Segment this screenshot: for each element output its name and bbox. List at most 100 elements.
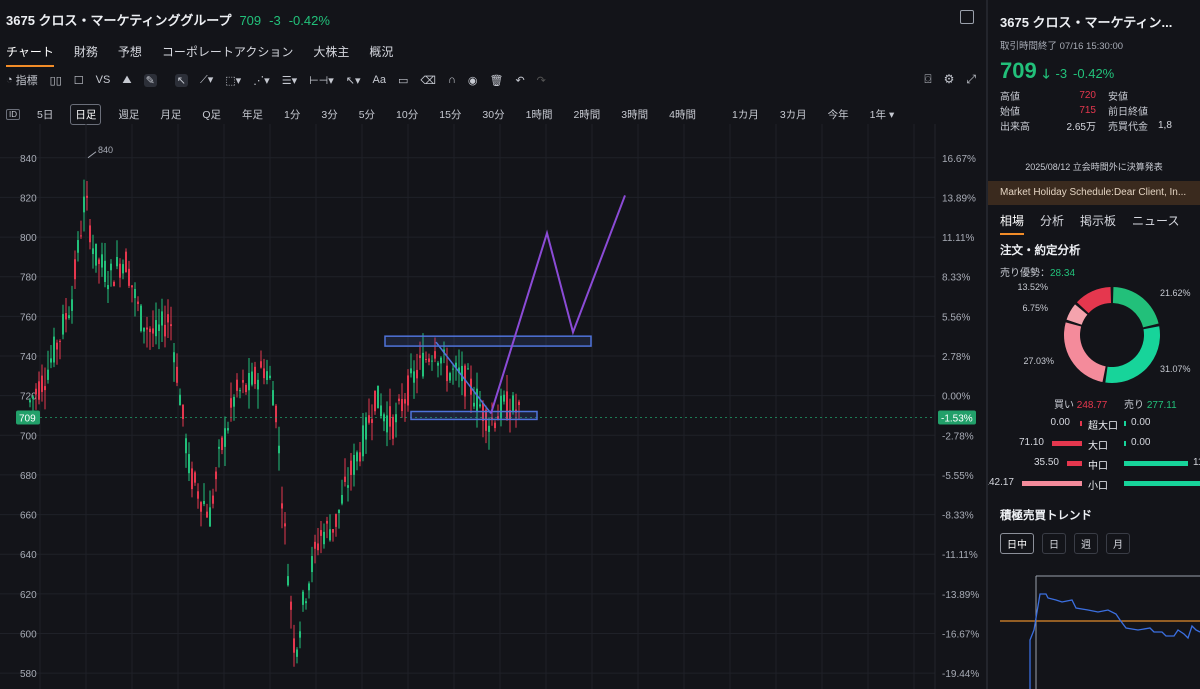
period-monthly[interactable]: 月足: [156, 105, 185, 124]
pct-axis-tick: -19.44%: [942, 669, 979, 680]
candle: [89, 225, 91, 243]
period-30m[interactable]: 30分: [478, 105, 508, 124]
price-axis-tick: 820: [20, 193, 37, 204]
tab-board[interactable]: 掲示板: [1080, 212, 1116, 235]
market-holiday-banner[interactable]: Market Holiday Schedule:Dear Client, In.…: [988, 181, 1200, 205]
buy-sell-totals: 買い 248.77 売り 277.11: [1054, 400, 1177, 411]
pattern-icon[interactable]: ⋰▾: [253, 74, 270, 87]
flow-row: 0.00 超大口 0.00: [988, 414, 1200, 434]
stat-row: 出来高 2.65万 売買代金 1,8: [1000, 118, 1200, 133]
period-quarterly[interactable]: Q足: [198, 105, 225, 124]
candle: [287, 576, 289, 586]
candle: [146, 327, 148, 330]
candle: [473, 402, 475, 407]
candle: [329, 529, 331, 541]
candle: [56, 342, 58, 350]
candle: [278, 445, 280, 454]
flow-row: 71.10 大口 0.00: [988, 434, 1200, 454]
text-tool-button[interactable]: Aa: [373, 74, 386, 86]
measure-icon[interactable]: ⊢⊣▾: [309, 74, 334, 87]
cursor-icon[interactable]: ↖: [174, 73, 189, 87]
flow-buy-bar: [1022, 481, 1082, 486]
shape-icon[interactable]: ⬚▾: [225, 74, 241, 87]
stock-change-pct: -0.42%: [288, 13, 330, 28]
trend-tab-week[interactable]: 週: [1074, 533, 1098, 554]
period-4h[interactable]: 4時間: [665, 105, 700, 124]
eraser-icon[interactable]: ⌫: [420, 74, 436, 87]
trend-tab-month[interactable]: 月: [1106, 533, 1130, 554]
period-5m[interactable]: 5分: [355, 105, 379, 124]
period-15m[interactable]: 15分: [435, 105, 465, 124]
period-1month[interactable]: 1カ月: [728, 105, 763, 124]
pencil-icon[interactable]: ✎: [143, 73, 157, 87]
compare-vs-button[interactable]: VS: [96, 74, 111, 86]
candle: [269, 375, 271, 379]
tab-corporate-action[interactable]: コーポレートアクション: [162, 43, 293, 67]
trash-icon[interactable]: 🗑: [489, 74, 503, 87]
flow-sell-bar: [1124, 461, 1188, 466]
period-1h[interactable]: 1時間: [522, 105, 557, 124]
candle: [170, 324, 172, 327]
period-1y[interactable]: 1年 ▾: [866, 105, 899, 124]
candle: [101, 254, 103, 268]
candle: [191, 468, 193, 490]
price-axis-tick: 740: [20, 352, 37, 363]
candle: [50, 358, 52, 363]
tab-news[interactable]: ニュース: [1132, 212, 1179, 235]
candle: [335, 514, 337, 527]
period-calendar-icon[interactable]: ID: [6, 109, 20, 120]
tab-forecast[interactable]: 予想: [118, 43, 142, 67]
tab-market[interactable]: 相場: [1000, 212, 1025, 235]
indicator-icon: ◔: [6, 74, 13, 86]
candle: [152, 328, 154, 334]
period-5d[interactable]: 5日: [33, 105, 57, 124]
indicator-button[interactable]: ◔ 指標: [6, 72, 38, 88]
trendline-icon[interactable]: ⟋▾: [200, 73, 213, 87]
period-10m[interactable]: 10分: [392, 105, 422, 124]
period-yearly[interactable]: 年足: [238, 105, 267, 124]
redo-icon[interactable]: ↷: [537, 74, 546, 87]
trend-tab-intraday[interactable]: 日中: [1000, 533, 1034, 554]
candle: [218, 446, 220, 449]
arrow-icon[interactable]: ↖▾: [346, 74, 361, 87]
collapse-panel-icon[interactable]: [960, 10, 974, 24]
period-3month[interactable]: 3カ月: [776, 105, 811, 124]
candle: [113, 281, 115, 287]
period-3h[interactable]: 3時間: [617, 105, 652, 124]
period-3m[interactable]: 3分: [317, 105, 341, 124]
candle: [305, 601, 307, 604]
candle: [230, 398, 232, 408]
candlestick-chart[interactable]: 840 16.67% 820 13.89% 800 11.11% 780 8.33% 760 5.…: [0, 124, 986, 689]
period-1m[interactable]: 1分: [280, 105, 304, 124]
camera-icon[interactable]: ⌼: [924, 72, 931, 87]
tab-overview[interactable]: 概況: [369, 43, 393, 67]
gear-icon[interactable]: ⚙: [944, 72, 955, 87]
eye-icon[interactable]: ◉: [468, 74, 478, 87]
period-2h[interactable]: 2時間: [569, 105, 604, 124]
tab-chart[interactable]: チャート: [6, 43, 54, 67]
magnet-icon[interactable]: ∩: [448, 74, 456, 86]
rectangle-icon[interactable]: ☐: [74, 74, 84, 87]
tab-financials[interactable]: 財務: [74, 43, 98, 67]
candle: [263, 368, 265, 379]
candle: [398, 398, 400, 402]
candle: [257, 379, 259, 390]
price-axis-tick: 760: [20, 312, 37, 323]
period-daily[interactable]: 日足: [70, 104, 102, 125]
undo-icon[interactable]: ↶: [515, 74, 524, 87]
period-weekly[interactable]: 週足: [114, 105, 143, 124]
trend-tab-day[interactable]: 日: [1042, 533, 1066, 554]
candle: [371, 419, 373, 423]
tab-major-shareholders[interactable]: 大株主: [313, 43, 349, 67]
candle: [143, 327, 145, 332]
tab-analysis[interactable]: 分析: [1040, 212, 1064, 235]
candle: [212, 495, 214, 504]
candle: [332, 529, 334, 533]
chart-style-icon[interactable]: ⛰: [122, 74, 131, 87]
comment-icon[interactable]: ▭: [398, 74, 408, 87]
candle-type-icon[interactable]: ▯▯: [50, 74, 62, 87]
fibonacci-icon[interactable]: ☰▾: [282, 74, 297, 87]
high-marker-line: [87, 151, 97, 159]
period-ytd[interactable]: 今年: [824, 105, 853, 124]
fullscreen-icon[interactable]: ⤢: [966, 72, 976, 87]
